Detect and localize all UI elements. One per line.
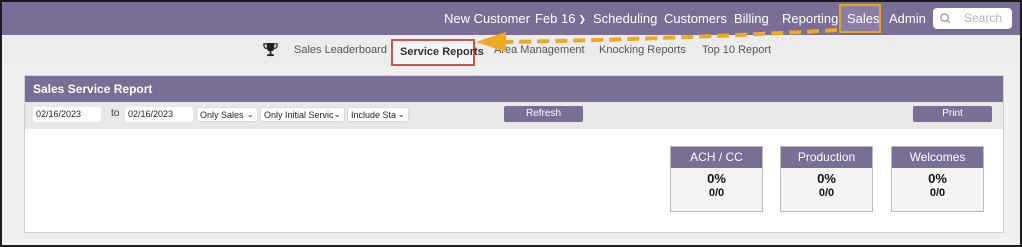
service-filter-value: Only Initial Servic <box>264 110 334 120</box>
app-frame: New Customer Feb 16 ❯ Scheduling Customer… <box>0 0 1022 247</box>
chevron-down-icon: ⌄ <box>397 109 405 119</box>
search-input[interactable]: Search <box>933 8 1012 29</box>
card-title: ACH / CC <box>671 147 762 168</box>
card-ratio: 0/0 <box>818 187 835 199</box>
refresh-button[interactable]: Refresh <box>504 106 583 122</box>
ach-cc-card: ACH / CC 0% 0/0 <box>670 146 763 212</box>
card-title: Production <box>781 147 872 168</box>
status-filter-value: Include Sta <box>351 110 397 120</box>
card-percent: 0% <box>817 171 836 186</box>
card-ratio: 0/0 <box>708 187 725 199</box>
chevron-down-icon: ⌄ <box>246 109 254 119</box>
panel-header: Sales Service Report <box>25 76 1003 102</box>
card-percent: 0% <box>707 171 726 186</box>
service-filter-select[interactable]: Only Initial Servic ⌄ <box>260 107 345 122</box>
card-ratio: 0/0 <box>929 187 946 199</box>
status-filter-select[interactable]: Include Sta ⌄ <box>347 107 409 122</box>
sales-service-report-panel: Sales Service Report 02/16/2023 to 02/16… <box>24 75 1004 233</box>
panel-title: Sales Service Report <box>33 82 153 96</box>
print-button[interactable]: Print <box>913 106 992 122</box>
to-label: to <box>111 108 120 119</box>
nav-sales[interactable]: Sales <box>847 11 880 26</box>
subnav-service-reports-highlight[interactable]: Service Reports <box>391 39 484 66</box>
production-card: Production 0% 0/0 <box>780 146 873 212</box>
filter-bar: 02/16/2023 to 02/16/2023 Only Sales ⌄ On… <box>25 102 1003 129</box>
nav-admin[interactable]: Admin <box>889 11 926 26</box>
annotation-arrow <box>476 28 838 52</box>
card-title: Welcomes <box>892 147 983 168</box>
subnav-sales-leaderboard[interactable]: Sales Leaderboard <box>294 44 387 56</box>
card-percent: 0% <box>928 171 947 186</box>
sales-filter-value: Only Sales <box>200 110 244 120</box>
to-date-input[interactable]: 02/16/2023 <box>125 107 193 122</box>
search-placeholder: Search <box>964 11 1003 25</box>
from-date-input[interactable]: 02/16/2023 <box>33 107 101 122</box>
sales-filter-select[interactable]: Only Sales ⌄ <box>196 107 258 122</box>
search-icon <box>940 13 951 24</box>
chevron-down-icon: ⌄ <box>333 109 341 119</box>
trophy-icon <box>263 42 278 57</box>
welcomes-card: Welcomes 0% 0/0 <box>891 146 984 212</box>
